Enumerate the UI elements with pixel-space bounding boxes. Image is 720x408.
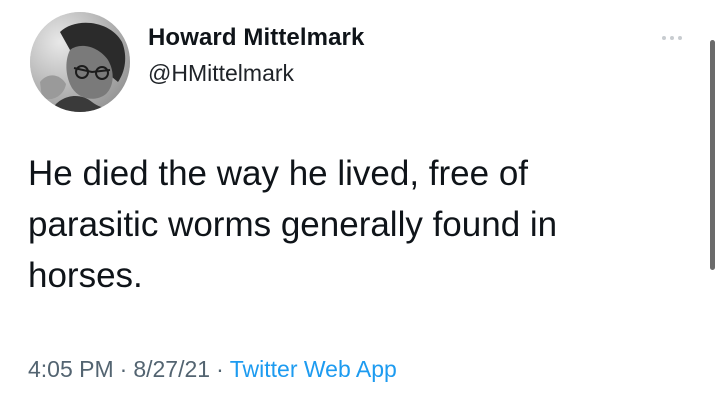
tweet-meta: 4:05 PM · 8/27/21 · Twitter Web App (28, 356, 397, 383)
tweet-text-line: He died the way he lived, free of (28, 154, 529, 193)
more-options-icon[interactable] (660, 34, 684, 42)
meta-separator: · (119, 356, 128, 382)
tweet-date[interactable]: 8/27/21 (133, 356, 210, 382)
scrollbar[interactable] (710, 40, 715, 270)
tweet-text-line: parasitic worms generally found in (28, 205, 558, 244)
tweet-source-link[interactable]: Twitter Web App (230, 356, 397, 382)
meta-separator: · (216, 356, 224, 382)
tweet-text-line: horses. (28, 256, 143, 295)
author-name[interactable]: Howard Mittelmark (148, 24, 364, 52)
profile-photo-icon (30, 12, 130, 112)
tweet-time[interactable]: 4:05 PM (28, 356, 114, 382)
avatar[interactable] (30, 12, 130, 112)
tweet-card: Howard Mittelmark @HMittelmark He died t… (0, 0, 720, 408)
author-handle[interactable]: @HMittelmark (148, 60, 294, 87)
tweet-text: He died the way he lived, free of parasi… (28, 148, 668, 301)
